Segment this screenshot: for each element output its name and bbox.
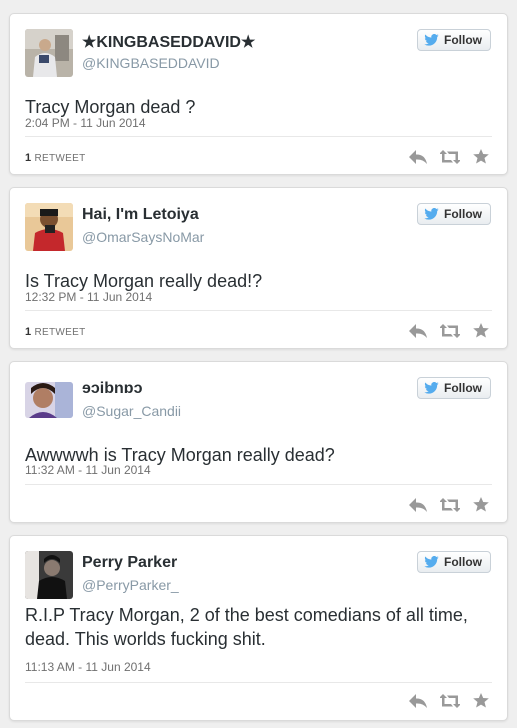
tweet-card: ★KINGBASEDDAVID★ @KINGBASEDDAVID Follow …: [9, 13, 508, 175]
star-icon[interactable]: [473, 323, 489, 338]
avatar[interactable]: [25, 551, 73, 599]
retweet-count-label: RETWEET: [34, 327, 86, 338]
follow-button[interactable]: Follow: [417, 377, 491, 399]
follow-label: Follow: [444, 33, 482, 47]
follow-button[interactable]: Follow: [417, 203, 491, 225]
retweet-icon[interactable]: [440, 149, 460, 164]
tweet-timestamp[interactable]: 12:32 PM - 11 Jun 2014: [25, 290, 152, 304]
star-icon[interactable]: [473, 497, 489, 512]
follow-button[interactable]: Follow: [417, 29, 491, 51]
reply-icon[interactable]: [409, 149, 427, 164]
retweet-count-number: 1: [25, 152, 32, 164]
follow-label: Follow: [444, 381, 482, 395]
reply-icon[interactable]: [409, 693, 427, 708]
retweet-icon[interactable]: [440, 497, 460, 512]
twitter-bird-icon: [424, 556, 439, 568]
retweet-icon[interactable]: [440, 323, 460, 338]
display-name[interactable]: ★KINGBASEDDAVID★: [82, 32, 255, 52]
tweet-feed: ★KINGBASEDDAVID★ @KINGBASEDDAVID Follow …: [0, 0, 517, 728]
tweet-card: Perry Parker @PerryParker_ Follow R.I.P …: [9, 535, 508, 721]
tweet-timestamp[interactable]: 2:04 PM - 11 Jun 2014: [25, 116, 146, 130]
follow-label: Follow: [444, 555, 482, 569]
display-name[interactable]: Hai, I'm Letoiya: [82, 206, 199, 224]
retweet-count-number: 1: [25, 326, 32, 338]
tweet-actions: [409, 149, 489, 164]
divider: [25, 310, 492, 311]
follow-label: Follow: [444, 207, 482, 221]
username-handle[interactable]: @Sugar_Candii: [82, 403, 181, 419]
tweet-timestamp[interactable]: 11:13 AM - 11 Jun 2014: [25, 660, 151, 674]
divider: [25, 136, 492, 137]
retweet-icon[interactable]: [440, 693, 460, 708]
username-handle[interactable]: @PerryParker_: [82, 577, 179, 593]
retweet-count[interactable]: 1 RETWEET: [25, 152, 86, 164]
username-handle[interactable]: @KINGBASEDDAVID: [82, 55, 220, 71]
follow-button[interactable]: Follow: [417, 551, 491, 573]
display-name[interactable]: Perry Parker: [82, 554, 177, 572]
divider: [25, 484, 492, 485]
twitter-bird-icon: [424, 34, 439, 46]
avatar[interactable]: [25, 29, 73, 77]
star-icon[interactable]: [473, 693, 489, 708]
tweet-card: ɘɔibnɒɔ @Sugar_Candii Follow Awwwwh is T…: [9, 361, 508, 523]
avatar[interactable]: [25, 382, 73, 418]
star-icon[interactable]: [473, 149, 489, 164]
username-handle[interactable]: @OmarSaysNoMar: [82, 229, 204, 245]
retweet-count-label: RETWEET: [34, 153, 86, 164]
tweet-card: Hai, I'm Letoiya @OmarSaysNoMar Follow I…: [9, 187, 508, 349]
twitter-bird-icon: [424, 208, 439, 220]
tweet-actions: [409, 323, 489, 338]
tweet-actions: [409, 693, 489, 708]
tweet-timestamp[interactable]: 11:32 AM - 11 Jun 2014: [25, 463, 151, 477]
divider: [25, 682, 492, 683]
retweet-count[interactable]: 1 RETWEET: [25, 326, 86, 338]
reply-icon[interactable]: [409, 497, 427, 512]
twitter-bird-icon: [424, 382, 439, 394]
display-name[interactable]: ɘɔibnɒɔ: [82, 380, 142, 398]
avatar[interactable]: [25, 203, 73, 251]
reply-icon[interactable]: [409, 323, 427, 338]
tweet-text: R.I.P Tracy Morgan, 2 of the best comedi…: [25, 605, 468, 649]
tweet-actions: [409, 497, 489, 512]
